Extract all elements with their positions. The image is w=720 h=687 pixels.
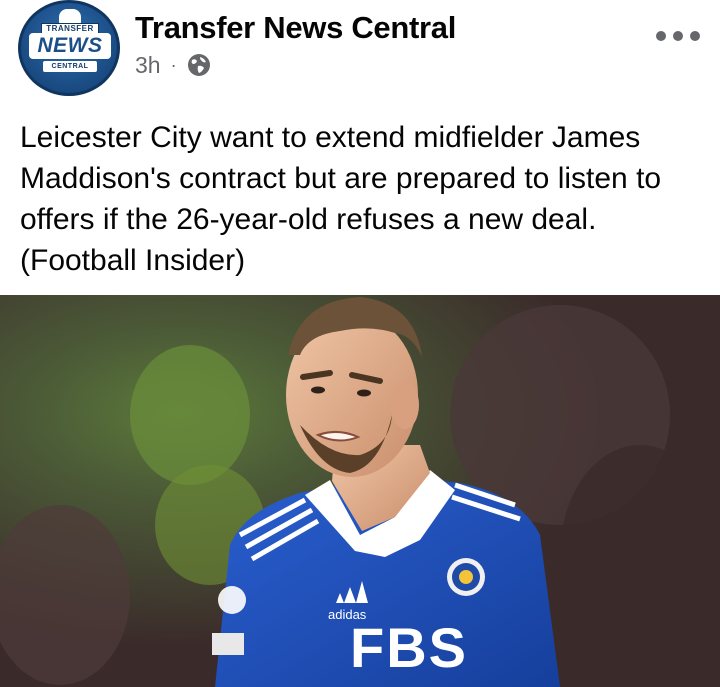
- globe-icon[interactable]: [187, 53, 211, 77]
- more-dot: [656, 31, 666, 41]
- avatar-central-text: CENTRAL: [43, 61, 97, 72]
- page-name-link[interactable]: Transfer News Central: [135, 10, 456, 46]
- meta-separator: ·: [170, 54, 177, 75]
- page-avatar[interactable]: TRANSFER NEWS CENTRAL: [18, 0, 120, 96]
- more-dot: [690, 31, 700, 41]
- post-text: Leicester City want to extend midfielder…: [20, 121, 662, 277]
- more-options-button[interactable]: [656, 24, 700, 48]
- post-timestamp[interactable]: 3h: [135, 52, 161, 79]
- post-photo[interactable]: adidas FBS: [0, 295, 720, 687]
- post-header: TRANSFER NEWS CENTRAL Transfer News Cent…: [0, 0, 720, 110]
- avatar-news-text: NEWS: [29, 33, 111, 59]
- shirt-sponsor-text: FBS: [350, 616, 468, 679]
- player-photo-illustration: adidas FBS: [0, 295, 720, 687]
- more-dot: [673, 31, 683, 41]
- post-meta: 3h ·: [135, 52, 211, 78]
